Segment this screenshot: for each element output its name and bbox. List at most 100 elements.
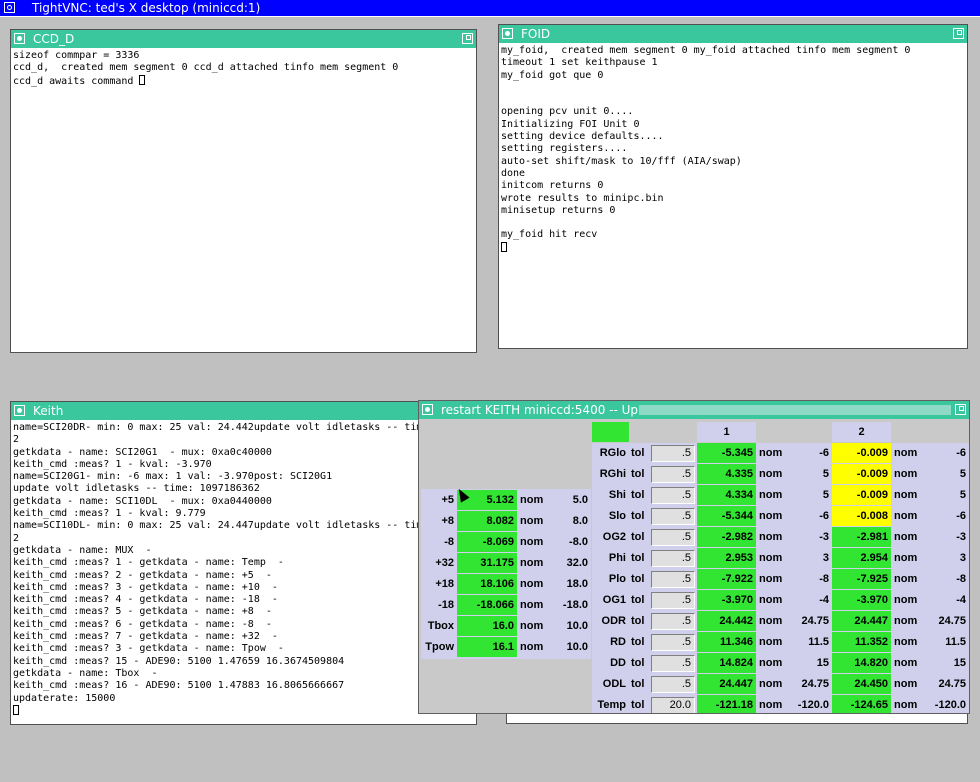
supply-nom-label: nom: [520, 536, 544, 548]
maximize-icon[interactable]: [462, 33, 473, 44]
tolerance-input[interactable]: .5: [651, 550, 695, 567]
window-menu-icon[interactable]: [4, 2, 15, 13]
status-indicator: [592, 422, 629, 442]
tolerance-input[interactable]: .5: [651, 466, 695, 483]
channel2-value: 2.954: [832, 548, 891, 568]
channel2-value: -2.981: [832, 527, 891, 547]
channel1-nom: 5: [822, 468, 829, 480]
tolerance-input[interactable]: .5: [651, 676, 695, 693]
clock-tol-label: tol: [631, 678, 645, 690]
terminal-line: keith_cmd :meas? 1 - kval: -3.970: [13, 458, 212, 470]
window-menu-icon[interactable]: [422, 404, 433, 415]
channel1-nom-label: nom: [759, 489, 783, 501]
channel2-value: -0.009: [832, 485, 891, 505]
tolerance-input[interactable]: .5: [651, 613, 695, 630]
channel1-value: 24.447: [697, 674, 756, 694]
clock-tol-label: tol: [631, 552, 645, 564]
supply-nom-label: nom: [520, 494, 544, 506]
terminal-line: keith_cmd :meas? 3 - getkdata - name: Tp…: [13, 643, 284, 655]
foid-title-bar[interactable]: FOID: [499, 25, 967, 43]
supply-nom-label: nom: [520, 578, 544, 590]
terminal-line: keith_cmd :meas? 5 - getkdata - name: +8…: [13, 606, 272, 618]
terminal-line: ccd_d, created mem segment 0 ccd_d attac…: [13, 62, 399, 74]
supply-value: 16.0: [457, 616, 517, 636]
channel1-nom-label: nom: [759, 657, 783, 669]
channel2-nom: 24.75: [938, 615, 966, 627]
keith-gui-window: restart KEITH miniccd:5400 -- Up +5 5.132…: [418, 400, 970, 714]
channel1-value: -5.344: [697, 506, 756, 526]
channel2-nom: 3: [959, 552, 966, 564]
ccd-window: CCD_D sizeof commpar = 3336 ccd_d, create…: [10, 29, 477, 353]
tolerance-input[interactable]: 20.0: [651, 697, 695, 713]
terminal-line: Initializing FOI Unit 0: [501, 118, 640, 130]
channel1-nom-label: nom: [759, 510, 783, 522]
clock-name: RGlo: [599, 447, 626, 459]
terminal-line: my_foid hit recv: [501, 229, 598, 241]
channel1-nom: -6: [819, 510, 829, 522]
tolerance-input[interactable]: .5: [651, 655, 695, 672]
terminal-line: keith_cmd :meas? 7 - getkdata - name: +3…: [13, 631, 278, 643]
terminal-line: keith_cmd :meas? 15 - ADE90: 5100 1.4765…: [13, 655, 345, 667]
clock-tol-label: tol: [631, 531, 645, 543]
terminal-line: done: [501, 167, 526, 179]
supply-name: Tbox: [427, 620, 454, 632]
terminal-line: keith_cmd :meas? 16 - ADE90: 5100 1.4788…: [13, 680, 345, 692]
clock-name: Phi: [608, 552, 626, 564]
terminal-line: keith_cmd :meas? 1 - getkdata - name: Te…: [13, 557, 284, 569]
supply-name: +32: [435, 557, 454, 569]
maximize-icon[interactable]: [953, 28, 964, 39]
terminal-line: name=SCI20G1- min: -6 max: 1 val: -3.970…: [13, 471, 333, 483]
channel2-nom: 5: [959, 489, 966, 501]
window-menu-icon[interactable]: [502, 28, 513, 39]
tolerance-input[interactable]: .5: [651, 592, 695, 609]
channel1-nom-label: nom: [759, 636, 783, 648]
clock-tol-label: tol: [631, 489, 645, 501]
tolerance-input[interactable]: .5: [651, 445, 695, 462]
terminal-line: setting device defaults....: [501, 131, 664, 143]
channel2-nom-label: nom: [894, 657, 918, 669]
supply-nom-label: nom: [520, 620, 544, 632]
channel1-nom: 3: [822, 552, 829, 564]
tolerance-input[interactable]: .5: [651, 571, 695, 588]
window-menu-icon[interactable]: [14, 33, 25, 44]
channel2-value: 11.352: [832, 632, 891, 652]
clock-name: Shi: [608, 489, 626, 501]
ccd-terminal[interactable]: sizeof commpar = 3336 ccd_d, created mem …: [13, 50, 474, 350]
terminal-line: opening pcv unit 0....: [501, 106, 634, 118]
terminal-line: keith_cmd :meas? 4 - getkdata - name: -1…: [13, 594, 278, 606]
channel1-nom: 11.5: [808, 636, 829, 648]
ccd-title-bar[interactable]: CCD_D: [11, 30, 476, 48]
keith-title-bar[interactable]: Keith: [11, 402, 476, 420]
channel1-nom-label: nom: [759, 468, 783, 480]
channel2-nom-label: nom: [894, 573, 918, 585]
gui-title-bar[interactable]: restart KEITH miniccd:5400 -- Up: [419, 401, 969, 419]
channel1-value: 14.824: [697, 653, 756, 673]
tolerance-input[interactable]: .5: [651, 529, 695, 546]
channel1-value: -121.18: [697, 695, 756, 713]
terminal-line: keith_cmd :meas? 3 - getkdata - name: +1…: [13, 581, 278, 593]
tolerance-input[interactable]: .5: [651, 487, 695, 504]
channel2-nom: -120.0: [934, 699, 966, 711]
channel2-nom: -3: [956, 531, 966, 543]
channel1-nom: 24.75: [801, 615, 829, 627]
clock-tol-label: tol: [631, 636, 645, 648]
channel1-value: 24.442: [697, 611, 756, 631]
terminal-line: getkdata - name: MUX -: [13, 544, 152, 556]
foid-terminal[interactable]: my_foid, created mem segment 0 my_foid a…: [501, 45, 965, 346]
clock-name: Temp: [597, 699, 626, 711]
supply-nom: 18.0: [566, 578, 588, 590]
terminal-line: timeout 1 set keithpause 1: [501, 57, 658, 69]
terminal-line: getkdata - name: SCI10DL - mux: 0xa04400…: [13, 495, 272, 507]
tolerance-input[interactable]: .5: [651, 508, 695, 525]
tolerance-input[interactable]: .5: [651, 634, 695, 651]
clock-tol-label: tol: [631, 615, 645, 627]
channel1-nom-label: nom: [759, 531, 783, 543]
window-menu-icon[interactable]: [14, 405, 25, 416]
terminal-line: my_foid, created mem segment 0 my_foid a…: [501, 45, 911, 56]
channel1-value: -2.982: [697, 527, 756, 547]
maximize-icon[interactable]: [955, 404, 966, 415]
channel1-nom-label: nom: [759, 447, 783, 459]
keith-terminal[interactable]: name=SCI20DR- min: 0 max: 25 val: 24.442…: [13, 422, 474, 722]
